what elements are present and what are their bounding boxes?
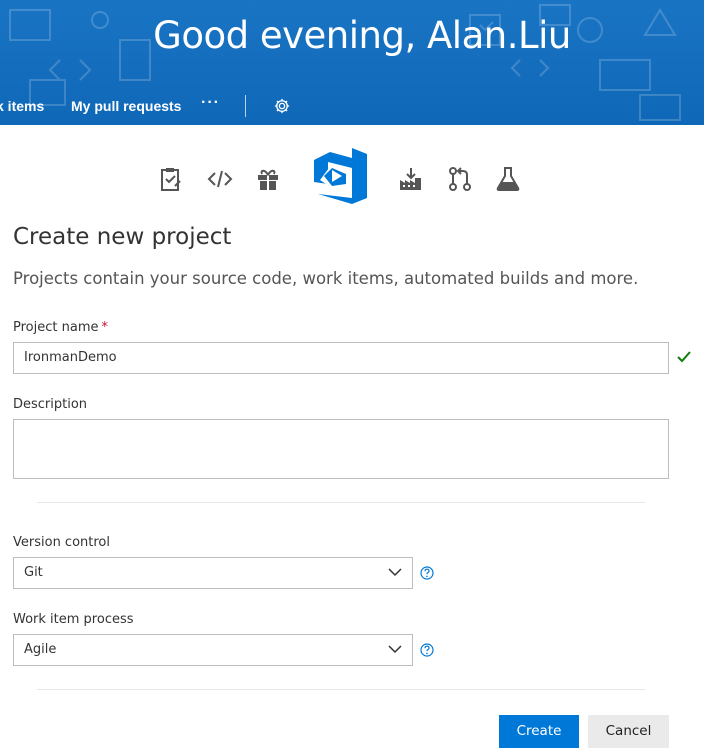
section-divider <box>37 502 645 503</box>
nav-divider <box>245 95 246 117</box>
gift-icon[interactable] <box>255 166 281 192</box>
nav-my-pull-requests[interactable]: My pull requests <box>71 98 181 114</box>
page-subtitle: Projects contain your source code, work … <box>13 269 639 288</box>
more-icon[interactable]: ··· <box>201 94 220 112</box>
version-control-label: Version control <box>13 535 110 550</box>
work-items-icon[interactable] <box>158 166 184 192</box>
version-control-select[interactable]: Git <box>13 557 413 589</box>
project-name-label: Project name * <box>13 320 108 335</box>
header-banner: Good evening, Alan.Liu k items My pull r… <box>0 0 704 125</box>
description-textarea[interactable] <box>13 419 669 479</box>
vsts-logo <box>314 148 367 204</box>
pull-request-icon[interactable] <box>447 166 473 192</box>
description-label: Description <box>13 397 88 412</box>
cancel-button[interactable]: Cancel <box>588 715 669 748</box>
chevron-down-icon <box>388 645 402 654</box>
test-flask-icon[interactable] <box>495 166 521 192</box>
required-mark: * <box>101 320 108 335</box>
nav-work-items[interactable]: k items <box>0 98 44 114</box>
hub-icon-row <box>0 148 704 208</box>
help-icon[interactable] <box>420 566 434 580</box>
work-item-process-value: Agile <box>24 642 57 657</box>
greeting-title: Good evening, Alan.Liu <box>153 14 571 57</box>
code-icon[interactable] <box>207 166 233 192</box>
help-icon[interactable] <box>420 643 434 657</box>
work-item-process-label: Work item process <box>13 612 134 627</box>
section-divider <box>37 689 645 690</box>
gear-icon[interactable] <box>273 97 291 115</box>
version-control-value: Git <box>24 565 43 580</box>
valid-check-icon <box>677 351 691 363</box>
create-button[interactable]: Create <box>499 715 579 748</box>
build-icon[interactable] <box>398 166 424 192</box>
project-name-input[interactable]: IronmanDemo <box>13 342 669 374</box>
chevron-down-icon <box>388 568 402 577</box>
work-item-process-select[interactable]: Agile <box>13 634 413 666</box>
page-title: Create new project <box>13 224 232 250</box>
project-name-label-text: Project name <box>13 320 99 335</box>
